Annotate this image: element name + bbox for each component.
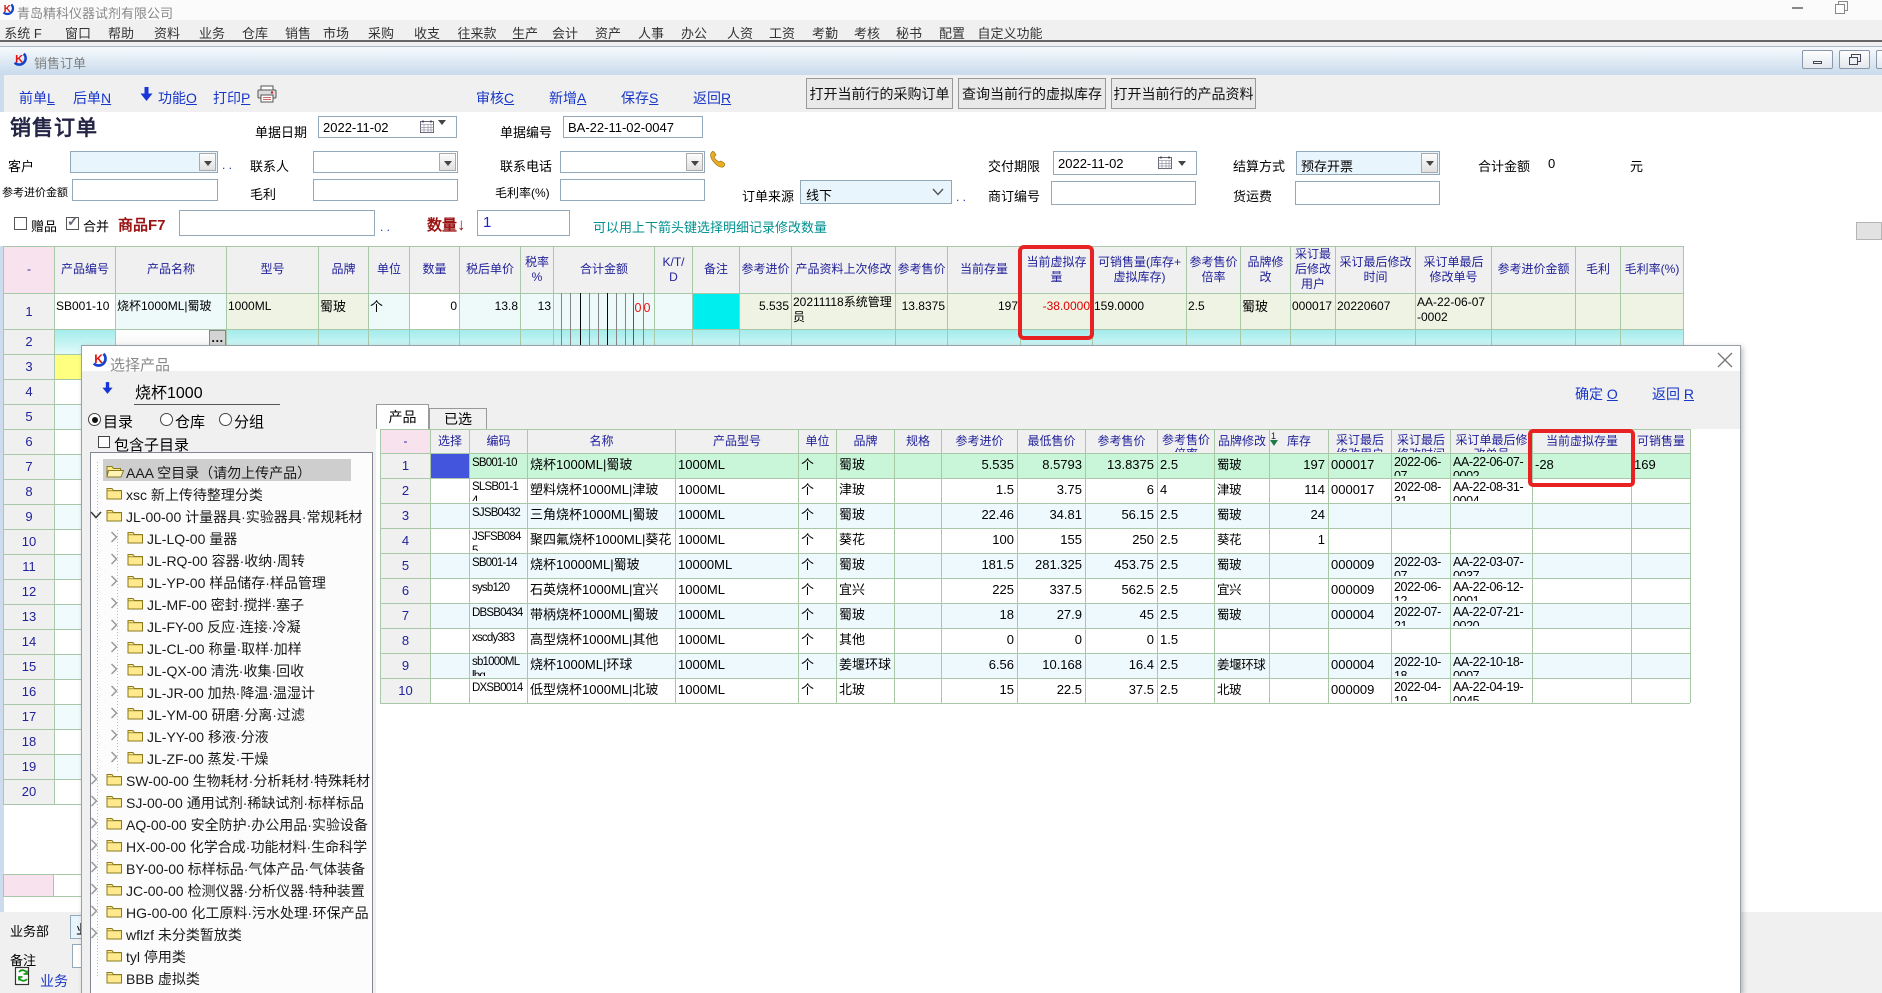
svg-text:K: K (94, 352, 103, 366)
svg-text:K: K (4, 4, 11, 15)
svg-text:K: K (15, 53, 24, 65)
